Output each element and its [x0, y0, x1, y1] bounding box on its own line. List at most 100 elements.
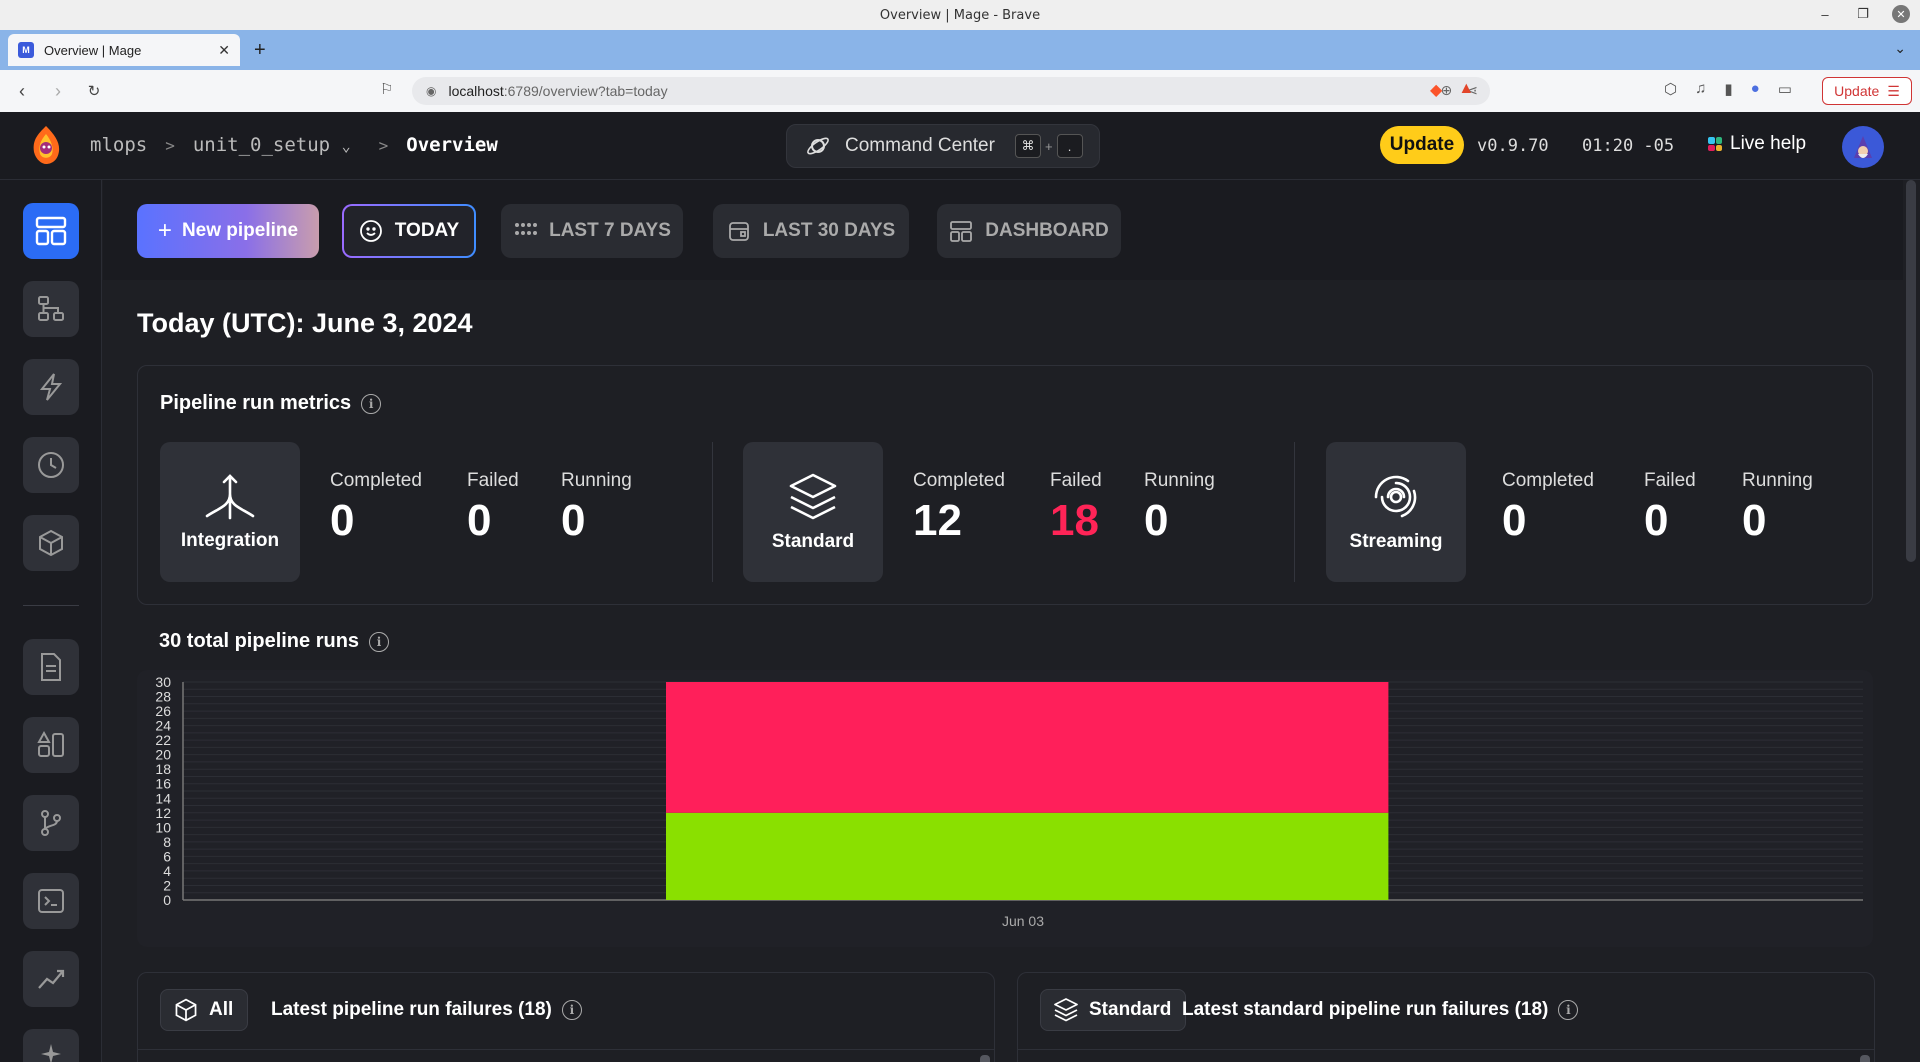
y-tick-label: 22: [155, 732, 171, 748]
tab-last-7-days-label: LAST 7 DAYS: [549, 220, 671, 241]
layers-icon: [1054, 998, 1078, 1022]
tab-dashboard[interactable]: DASHBOARD: [937, 204, 1121, 258]
info-icon[interactable]: i: [1558, 1000, 1579, 1020]
page-scrollbar[interactable]: [1906, 180, 1916, 562]
reload-icon[interactable]: ↻: [80, 82, 108, 100]
y-tick-label: 24: [155, 718, 171, 734]
sidebar-icon[interactable]: ▮: [1724, 80, 1732, 98]
app-update-button[interactable]: Update: [1380, 126, 1464, 164]
integration-failed: Failed 0: [467, 470, 519, 546]
live-help-link[interactable]: Live help: [1708, 133, 1806, 155]
media-icon[interactable]: ♫: [1695, 80, 1706, 98]
integration-tile: Integration: [160, 442, 300, 582]
failed-value: 18: [1050, 496, 1099, 545]
info-icon[interactable]: i: [369, 631, 390, 652]
completed-value: 0: [330, 496, 355, 545]
back-icon[interactable]: ‹: [8, 81, 36, 102]
completed-value: 12: [913, 496, 962, 545]
minimize-icon[interactable]: –: [1816, 5, 1834, 23]
tab-today[interactable]: TODAY: [342, 204, 476, 258]
browser-navbar: ‹ › ↻ ⚐ ◉ localhost:6789/overview?tab=to…: [0, 70, 1920, 112]
maximize-icon[interactable]: ❐: [1854, 5, 1872, 23]
tab-close-icon[interactable]: ✕: [218, 42, 230, 59]
integration-completed: Completed 0: [330, 470, 422, 546]
standard-tile: Standard: [743, 442, 883, 582]
tab-today-label: TODAY: [394, 220, 460, 241]
command-center-label: Command Center: [845, 135, 995, 156]
tab-last-7-days[interactable]: LAST 7 DAYS: [501, 204, 683, 258]
url-host: localhost: [448, 83, 504, 99]
nav-version-control[interactable]: [23, 795, 79, 851]
nav-monitoring[interactable]: [23, 951, 79, 1007]
streaming-running: Running 0: [1742, 470, 1813, 546]
filter-all-pill[interactable]: All: [160, 989, 249, 1031]
brave-shields-icon[interactable]: ◆: [1430, 80, 1442, 100]
new-pipeline-button[interactable]: + New pipeline: [137, 204, 319, 258]
shapes-icon: [37, 730, 64, 757]
slack-icon: [1708, 137, 1722, 151]
standard-failures-title: Latest standard pipeline run failures (1…: [1182, 999, 1579, 1021]
running-value: 0: [1742, 496, 1767, 545]
main-content: + New pipeline TODAY LAST 7 DAYS LAST 30…: [103, 180, 1903, 1062]
vpn-icon[interactable]: ●: [1751, 80, 1760, 98]
wallet-icon[interactable]: ▭: [1778, 80, 1792, 98]
nav-triggers[interactable]: [23, 359, 79, 415]
all-failures-title: Latest pipeline run failures (18) i: [271, 999, 582, 1021]
nav-more[interactable]: [23, 1029, 79, 1062]
mage-logo-icon[interactable]: [28, 124, 64, 166]
y-tick-label: 2: [163, 877, 171, 893]
completed-label: Completed: [913, 470, 1005, 491]
nav-blocks[interactable]: [23, 515, 79, 571]
nav-terminal[interactable]: [23, 873, 79, 929]
url-bar[interactable]: ◉ localhost:6789/overview?tab=today ⊕ ⋖: [412, 77, 1490, 105]
browser-update-label: Update: [1834, 83, 1880, 99]
layers-icon: [789, 473, 837, 520]
tab-last-30-days[interactable]: LAST 30 DAYS: [713, 204, 909, 258]
mage-favicon-icon: M: [18, 42, 34, 58]
y-tick-label: 10: [155, 819, 171, 835]
all-failures-card: All Latest pipeline run failures (18) i: [137, 972, 995, 1062]
breadcrumb-pipeline[interactable]: unit_0_setup ⌄: [193, 134, 351, 156]
breadcrumb-project[interactable]: mlops: [90, 134, 147, 156]
card-scrollbar[interactable]: [1860, 1055, 1870, 1062]
failed-label: Failed: [1050, 470, 1102, 491]
bar-segment-1: [666, 682, 1389, 813]
command-center-button[interactable]: Command Center ⌘ + .: [786, 124, 1100, 168]
integration-running: Running 0: [561, 470, 632, 546]
nav-templates[interactable]: [23, 717, 79, 773]
nav-overview[interactable]: [23, 203, 79, 259]
running-value: 0: [561, 496, 586, 545]
left-nav-rail: [0, 180, 102, 1062]
forward-icon[interactable]: ›: [44, 81, 72, 102]
browser-update-button[interactable]: Update ☰: [1822, 77, 1912, 105]
close-icon[interactable]: ✕: [1892, 5, 1910, 23]
running-label: Running: [1742, 470, 1813, 491]
card-scrollbar[interactable]: [980, 1055, 990, 1062]
browser-tab[interactable]: M Overview | Mage ✕: [8, 34, 240, 66]
y-tick-label: 4: [163, 863, 171, 879]
site-info-icon[interactable]: ◉: [426, 84, 436, 98]
failed-label: Failed: [467, 470, 519, 491]
tab-list-chevron-icon[interactable]: ⌄: [1894, 40, 1906, 57]
bookmark-icon[interactable]: ⚐: [380, 80, 393, 98]
new-tab-icon[interactable]: +: [254, 39, 266, 62]
avatar[interactable]: [1842, 126, 1884, 168]
nav-pipelines[interactable]: [23, 281, 79, 337]
streaming-signal-icon: [1374, 475, 1417, 518]
pipeline-runs-chart-svg: 024681012141618202224262830Jun 03: [155, 674, 1863, 929]
chart-heading-label: 30 total pipeline runs: [159, 630, 360, 652]
metric-group-integration: Integration Completed 0 Failed 0 Running…: [160, 442, 690, 582]
info-icon[interactable]: i: [561, 1000, 582, 1020]
tab-last-30-days-label: LAST 30 DAYS: [762, 220, 896, 241]
bar-segment-0: [666, 812, 1389, 900]
brave-rewards-icon[interactable]: ▲: [1458, 80, 1474, 100]
breadcrumb-pipeline-label: unit_0_setup: [192, 134, 331, 156]
info-icon[interactable]: i: [361, 393, 382, 414]
standard-label: Standard: [771, 531, 855, 552]
y-tick-label: 30: [155, 674, 171, 690]
extensions-icon[interactable]: ⬡: [1664, 80, 1677, 98]
live-help-label: Live help: [1730, 133, 1807, 154]
nav-runs[interactable]: [23, 437, 79, 493]
nav-files[interactable]: [23, 639, 79, 695]
filter-standard-pill[interactable]: Standard: [1040, 989, 1187, 1031]
